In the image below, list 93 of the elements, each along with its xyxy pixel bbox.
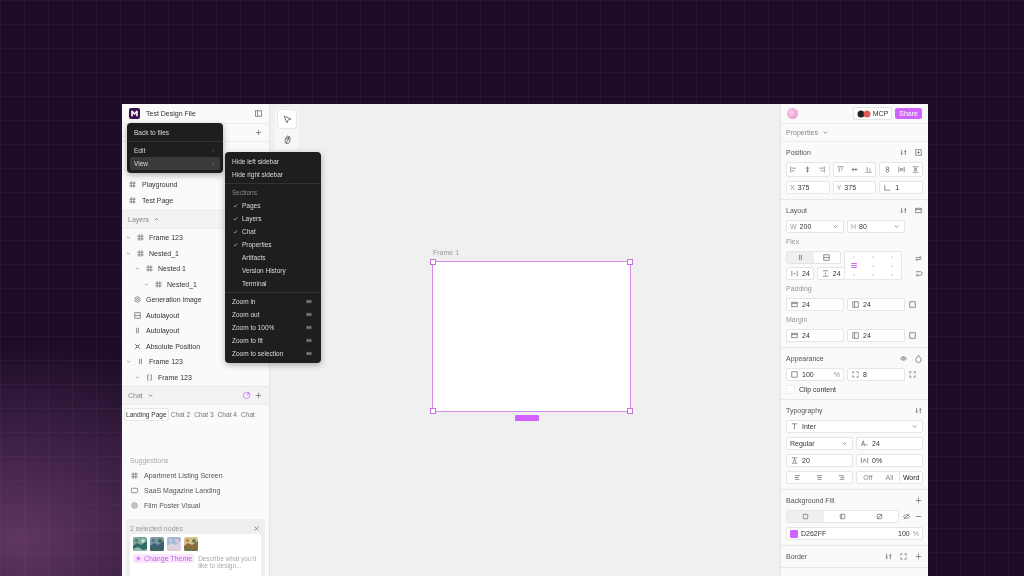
direction-row-button[interactable]	[787, 252, 814, 263]
align-right-icon[interactable]	[817, 165, 827, 174]
chevron-down-icon[interactable]	[125, 358, 132, 366]
resize-handle[interactable]	[430, 408, 436, 414]
font-size-icon	[860, 439, 869, 448]
chevron-down-icon[interactable]	[134, 265, 141, 273]
columns-icon	[133, 326, 142, 336]
gap-horizontal-icon	[790, 269, 799, 278]
shortcut-key-icon	[304, 337, 314, 344]
layout-mode-icon[interactable]	[914, 205, 923, 215]
add-fill-icon[interactable]	[914, 495, 923, 505]
align-middle-icon[interactable]	[850, 165, 859, 174]
letter-spacing-icon	[860, 456, 869, 465]
margin-horizontal-icon	[851, 331, 860, 340]
padding-vertical-icon	[790, 300, 799, 309]
angle-icon	[883, 183, 893, 192]
chevron-down-icon	[892, 222, 901, 231]
gap-vertical-icon	[820, 269, 830, 278]
chevron-up-icon[interactable]	[152, 215, 161, 224]
hide-icon[interactable]	[902, 512, 911, 521]
chevron-down-icon[interactable]	[143, 280, 150, 288]
eye-icon[interactable]	[899, 353, 908, 363]
frame[interactable]	[432, 261, 631, 412]
alignment-cell[interactable]	[851, 263, 858, 268]
add-page-icon[interactable]	[254, 128, 263, 137]
pointer-tool[interactable]	[278, 110, 296, 128]
shortcut-key-icon	[304, 350, 314, 357]
absolute-position-icon	[133, 341, 142, 351]
image-icon	[130, 501, 139, 510]
chevron-down-icon	[910, 422, 919, 431]
sliders-icon[interactable]	[899, 147, 908, 157]
distribute-horizontal-icon[interactable]	[896, 165, 906, 174]
sliders-icon[interactable]	[899, 205, 908, 215]
columns-icon	[136, 357, 145, 367]
image-fill-icon	[875, 512, 884, 521]
corner-radius-icon	[851, 370, 860, 379]
line-height-icon	[790, 456, 799, 465]
corner-sides-icon[interactable]	[908, 370, 917, 379]
border-sides-icon[interactable]	[899, 551, 908, 561]
chevron-down-icon[interactable]	[125, 249, 132, 257]
text-align-center-icon	[815, 473, 824, 482]
resize-handle[interactable]	[627, 408, 633, 414]
margin-sides-icon[interactable]	[908, 331, 917, 340]
align-bottom-icon[interactable]	[863, 165, 873, 174]
screen-icon	[130, 486, 139, 495]
frame-icon	[136, 248, 145, 258]
shortcut-key-icon	[304, 298, 314, 305]
focus-icon[interactable]	[914, 147, 923, 157]
sidebar-toggle-icon[interactable]	[254, 109, 263, 118]
margin-vertical-icon	[790, 331, 799, 340]
chevron-down-icon	[840, 439, 849, 448]
sliders-icon[interactable]	[884, 551, 893, 561]
new-chat-icon[interactable]	[254, 391, 263, 400]
brackets-icon	[145, 372, 154, 382]
type-icon	[790, 422, 799, 431]
frame-icon	[130, 471, 139, 480]
text-align-right-icon	[836, 473, 846, 482]
align-top-icon[interactable]	[836, 165, 846, 174]
distribute-vertical-icon[interactable]	[910, 165, 920, 174]
shortcut-key-icon	[304, 311, 314, 318]
frame-icon	[145, 264, 154, 274]
chevron-down-icon[interactable]	[134, 373, 141, 381]
avatar[interactable]	[787, 108, 798, 119]
color-swatch[interactable]	[790, 529, 798, 538]
pointer-icon	[281, 113, 293, 125]
rows-icon	[133, 310, 142, 320]
drop-icon[interactable]	[914, 353, 923, 363]
resize-handle[interactable]	[627, 259, 633, 265]
image-icon	[133, 295, 142, 305]
solid-fill-button[interactable]	[787, 511, 824, 522]
sparkle-icon	[135, 555, 142, 562]
size-badge	[515, 415, 539, 421]
align-left-icon[interactable]	[789, 165, 799, 174]
sliders-icon[interactable]	[914, 405, 923, 415]
open-external-icon[interactable]	[242, 391, 251, 400]
logo-icon	[856, 109, 871, 118]
text-align-left-icon	[793, 473, 803, 482]
resize-handle[interactable]	[430, 259, 436, 265]
opacity-icon	[790, 370, 799, 379]
gradient-fill-icon	[838, 512, 847, 521]
logo-icon	[129, 108, 140, 119]
chevron-down-icon	[831, 222, 840, 231]
solid-fill-icon	[801, 512, 810, 521]
swap-icon[interactable]	[914, 254, 923, 263]
frame-icon	[136, 233, 145, 243]
wrap-icon[interactable]	[914, 269, 923, 278]
rows-icon	[822, 253, 832, 262]
chevron-down-icon[interactable]	[125, 234, 132, 242]
padding-sides-icon[interactable]	[908, 300, 917, 309]
add-border-icon[interactable]	[914, 551, 923, 561]
frame-icon	[154, 279, 163, 289]
shortcut-key-icon	[304, 324, 314, 331]
padding-horizontal-icon	[851, 300, 860, 309]
